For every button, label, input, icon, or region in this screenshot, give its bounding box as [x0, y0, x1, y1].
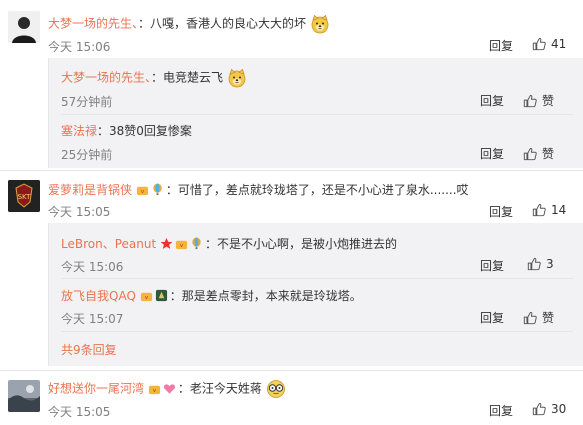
like-button[interactable]: 赞 [523, 145, 554, 162]
comment-text: ：可惜了，差点就玲珑塔了，还是不小心进了泉水.......哎 [165, 183, 469, 197]
reply-button[interactable]: 回复 [480, 92, 504, 109]
balloon-badge-icon [192, 237, 201, 250]
game-badge-icon [155, 289, 167, 302]
like-count: 3 [546, 257, 554, 271]
comment-item: SKT 爱萝莉是背锅侠 v ：可惜了，差点就玲珑塔了，还是不小心进了泉水.....… [0, 170, 583, 370]
thumb-up-icon [523, 311, 537, 325]
like-button[interactable]: 3 [527, 257, 554, 271]
reply-text: ：电竞楚云飞 [151, 70, 224, 85]
comment-text: ：老汪今天姓蒋 [177, 381, 262, 396]
heart-badge-icon [163, 383, 175, 394]
avatar-image [8, 11, 40, 43]
comment-item: 大梦一场的先生、：八嘎，香港人的良心大大的坏 今天 15:06 回复 41 大梦… [0, 0, 583, 170]
reply-button[interactable]: 回复 [489, 203, 513, 220]
comment-username[interactable]: 好想送你一尾河湾 [48, 382, 144, 396]
comment-body: 爱萝莉是背锅侠 v ：可惜了，差点就玲珑塔了，还是不小心进了泉水.......哎 [48, 181, 469, 198]
like-label: 赞 [542, 147, 555, 161]
crown-badge-icon: v [140, 292, 152, 301]
svg-text:SKT: SKT [18, 193, 31, 201]
comment-time: 今天 15:05 [48, 205, 111, 219]
like-count: 41 [551, 37, 567, 51]
avatar-image [8, 380, 40, 412]
comment-body: 大梦一场的先生、：八嘎，香港人的良心大大的坏 [48, 14, 330, 34]
divider [61, 114, 573, 115]
reply-text: ：不是不小心啊，是被小炮推进去的 [205, 237, 398, 251]
dog-emoji-icon [310, 14, 330, 34]
avatar[interactable]: SKT [8, 180, 40, 212]
reply-body: 塞法禄：38赞0回复惨案 [61, 122, 192, 139]
like-label: 赞 [542, 311, 555, 325]
dog-emoji-icon [227, 68, 247, 88]
reply-time: 今天 15:06 [61, 260, 124, 274]
comment-time: 今天 15:06 [48, 40, 111, 54]
avatar-image: SKT [8, 180, 40, 212]
reply-button[interactable]: 回复 [480, 145, 504, 162]
reply-time: 今天 15:07 [61, 312, 124, 326]
glasses-emoji-icon [266, 380, 285, 398]
like-button[interactable]: 41 [532, 37, 566, 51]
reply-body: 放飞自我QAQ v ：那是差点零封，本来就是玲珑塔。 [61, 287, 362, 304]
divider [61, 278, 573, 279]
reply-list: 大梦一场的先生、：电竞楚云飞 57分钟前 回复 赞 塞法禄：38赞0回复惨案 2… [48, 58, 583, 168]
like-button[interactable]: 赞 [523, 92, 554, 109]
thumb-up-icon [532, 402, 546, 416]
reply-time: 25分钟前 [61, 148, 113, 162]
thumb-up-icon [532, 37, 546, 51]
comment-text: ：八嘎，香港人的良心大大的坏 [138, 16, 307, 31]
reply-button[interactable]: 回复 [480, 309, 504, 326]
divider [61, 331, 573, 332]
reply-button[interactable]: 回复 [489, 37, 513, 54]
reply-button[interactable]: 回复 [489, 402, 513, 419]
like-label: 赞 [542, 94, 555, 108]
thumb-up-icon [532, 203, 546, 217]
thumb-up-icon [527, 257, 541, 271]
reply-username[interactable]: 放飞自我QAQ [61, 289, 136, 303]
see-all-replies-link[interactable]: 共9条回复 [61, 341, 117, 358]
balloon-badge-icon [153, 183, 162, 196]
reply-button[interactable]: 回复 [480, 257, 504, 274]
reply-time: 57分钟前 [61, 95, 113, 109]
thumb-up-icon [523, 147, 537, 161]
comment-time: 今天 15:05 [48, 405, 111, 419]
crown-badge-icon: v [136, 186, 148, 195]
like-button[interactable]: 赞 [523, 309, 554, 326]
crown-badge-icon: v [148, 385, 160, 394]
avatar[interactable] [8, 11, 40, 43]
like-count: 14 [551, 203, 567, 217]
reply-text: ：那是差点零封，本来就是玲珑塔。 [169, 289, 362, 303]
reply-username[interactable]: 塞法禄 [61, 124, 97, 138]
reply-list: LeBron、Peanut v ：不是不小心啊，是被小炮推进去的 今天 15:06… [48, 223, 583, 366]
avatar[interactable] [8, 380, 40, 412]
reply-username[interactable]: 大梦一场的先生、 [61, 71, 151, 85]
comment-item: 好想送你一尾河湾 v ：老汪今天姓蒋 今天 15:05 回复 30 [0, 370, 583, 425]
like-button[interactable]: 30 [532, 402, 566, 416]
reply-username[interactable]: LeBron、Peanut [61, 237, 156, 251]
reply-text: ：38赞0回复惨案 [97, 124, 192, 138]
like-button[interactable]: 14 [532, 203, 566, 217]
like-count: 30 [551, 402, 567, 416]
comment-username[interactable]: 爱萝莉是背锅侠 [48, 183, 132, 197]
reply-body: LeBron、Peanut v ：不是不小心啊，是被小炮推进去的 [61, 235, 397, 252]
crown-badge-icon: v [175, 240, 188, 249]
comment-username[interactable]: 大梦一场的先生、 [48, 17, 138, 31]
thumb-up-icon [523, 94, 537, 108]
star-badge-icon [160, 237, 173, 249]
reply-body: 大梦一场的先生、：电竞楚云飞 [61, 68, 247, 88]
comment-body: 好想送你一尾河湾 v ：老汪今天姓蒋 [48, 379, 286, 399]
